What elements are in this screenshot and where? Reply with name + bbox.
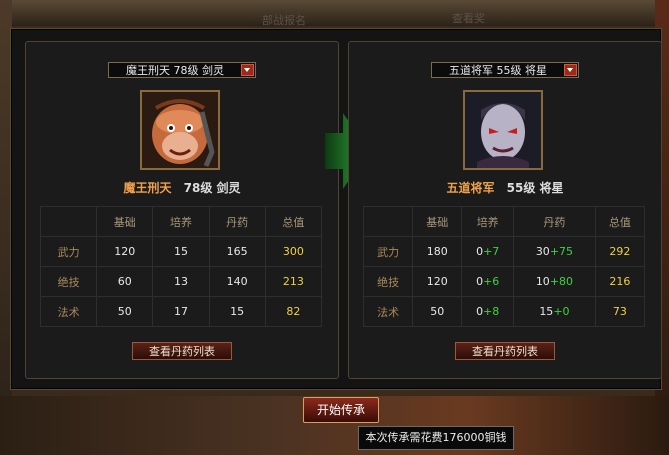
source-name-line: 魔王刑天 78级 剑灵 [26,179,338,196]
row-label: 绝技 [39,266,98,297]
pill-base: 10 [535,275,550,288]
table-row: 法术 50 17 15 82 [39,296,323,327]
source-stats-table: 基础 培养 丹药 总值 武力 120 15 165 300 绝技 60 13 1… [39,206,323,327]
train-value: 0+8 [461,296,515,327]
base-value: 180 [412,236,463,267]
train-bonus: +8 [483,305,500,318]
row-label: 武力 [362,236,414,267]
source-name: 魔王刑天 [123,181,172,195]
train-bonus: +7 [483,245,500,258]
base-value: 120 [96,236,154,267]
source-select-value: 魔王刑天 78级 剑灵 [126,64,224,77]
pill-value: 30+75 [513,236,596,267]
general-portrait-icon [465,92,541,168]
total-value: 300 [264,236,323,267]
source-portrait [140,90,220,170]
pill-bonus: +0 [553,305,570,318]
column-header: 丹药 [513,206,596,237]
start-inheritance-button[interactable]: 开始传承 [303,397,379,423]
view-pill-list-button[interactable]: 查看丹药列表 [132,342,232,360]
game-background-top [0,0,669,26]
column-header: 总值 [594,206,646,237]
total-value: 213 [264,266,323,297]
table-row: 武力 180 0+7 30+75 292 [362,236,646,267]
source-general-panel: 魔王刑天 78级 剑灵 魔王刑天 78级 剑灵 基础 培养 丹药 总值 武力 1… [25,41,339,379]
target-portrait [463,90,543,170]
total-value: 216 [594,266,646,297]
pill-value: 165 [208,236,266,267]
table-header-row: 基础 培养 丹药 总值 [362,206,646,237]
target-general-select[interactable]: 五道将军 55级 将星 [431,62,579,78]
cost-tooltip: 本次传承需花费176000铜钱 [358,426,514,450]
pill-value: 140 [208,266,266,297]
train-value: 15 [152,236,210,267]
total-value: 73 [594,296,646,327]
source-general-select[interactable]: 魔王刑天 78级 剑灵 [108,62,256,78]
train-value: 0+6 [461,266,515,297]
pill-bonus: +75 [549,245,574,258]
train-value: 13 [152,266,210,297]
target-class: 将星 [539,181,564,195]
background-text: 查看奖 [452,12,485,25]
base-value: 120 [412,266,463,297]
pill-value: 15 [208,296,266,327]
target-general-panel: 五道将军 55级 将星 五道将军 55级 将星 基础 培养 丹药 总值 武力 1… [348,41,662,379]
total-value: 82 [264,296,323,327]
monkey-king-portrait-icon [142,92,218,168]
chevron-down-icon[interactable] [241,64,254,76]
row-label: 法术 [362,296,414,327]
base-value: 50 [412,296,463,327]
source-level: 78级 [183,181,213,195]
train-bonus: +6 [483,275,500,288]
target-stats-table: 基础 培养 丹药 总值 武力 180 0+7 30+75 292 绝技 120 … [362,206,646,327]
view-pill-list-button[interactable]: 查看丹药列表 [455,342,555,360]
train-value: 17 [152,296,210,327]
target-name: 五道将军 [446,181,495,195]
column-header: 基础 [412,206,463,237]
row-label: 法术 [39,296,98,327]
source-class: 剑灵 [216,181,241,195]
inheritance-dialog: 魔王刑天 78级 剑灵 魔王刑天 78级 剑灵 基础 培养 丹药 总值 武力 1… [10,28,662,390]
column-header: 总值 [264,206,323,237]
row-label: 绝技 [362,266,414,297]
target-select-value: 五道将军 55级 将星 [449,64,547,77]
base-value: 50 [96,296,154,327]
train-value: 0+7 [461,236,515,267]
table-row: 法术 50 0+8 15+0 73 [362,296,646,327]
table-row: 绝技 120 0+6 10+80 216 [362,266,646,297]
row-label: 武力 [39,236,98,267]
target-name-line: 五道将军 55级 将星 [349,179,661,196]
column-header [362,206,414,237]
table-header-row: 基础 培养 丹药 总值 [39,206,323,237]
column-header: 丹药 [208,206,266,237]
table-row: 武力 120 15 165 300 [39,236,323,267]
pill-value: 15+0 [513,296,596,327]
column-header: 基础 [96,206,154,237]
table-row: 绝技 60 13 140 213 [39,266,323,297]
target-level: 55级 [506,181,536,195]
pill-base: 15 [539,305,554,318]
column-header: 培养 [152,206,210,237]
background-text: 部战报名 [262,14,306,27]
pill-bonus: +80 [549,275,574,288]
total-value: 292 [594,236,646,267]
column-header [39,206,98,237]
base-value: 60 [96,266,154,297]
pill-base: 30 [535,245,550,258]
column-header: 培养 [461,206,515,237]
chevron-down-icon[interactable] [564,64,577,76]
pill-value: 10+80 [513,266,596,297]
